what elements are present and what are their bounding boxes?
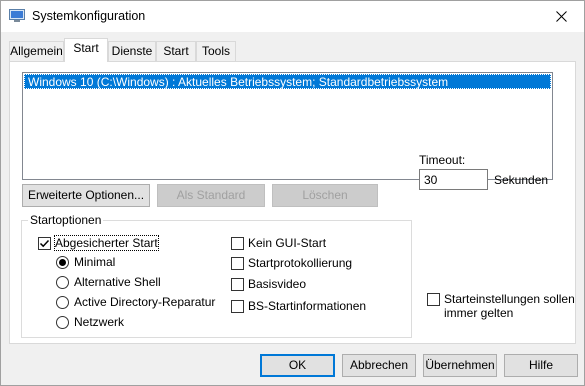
persist-settings-label-line1: Starteinstellungen sollen	[444, 292, 575, 306]
checkmark-icon	[39, 239, 50, 247]
set-default-button[interactable]: Als Standard	[157, 184, 265, 207]
radio-minimal[interactable]: Minimal	[56, 255, 115, 269]
os-boot-info-checkbox-box[interactable]	[231, 299, 244, 313]
system-configuration-window: Systemkonfiguration Allgemein Start Dien…	[0, 0, 585, 386]
radio-minimal-circle[interactable]	[56, 255, 69, 269]
radio-selected-dot	[59, 258, 66, 266]
radio-alternative-shell-label: Alternative Shell	[74, 275, 161, 289]
tab-dienste[interactable]: Dienste	[108, 41, 156, 61]
os-boot-info-label: BS-Startinformationen	[248, 299, 367, 313]
ok-button[interactable]: OK	[260, 354, 335, 377]
close-icon	[555, 11, 567, 22]
radio-network[interactable]: Netzwerk	[56, 315, 124, 329]
close-button[interactable]	[538, 1, 584, 32]
boot-entries-list[interactable]: Windows 10 (C:\Windows) : Aktuelles Betr…	[22, 72, 553, 180]
boot-log-checkbox[interactable]: Startprotokollierung	[231, 256, 352, 270]
tab-start-startup[interactable]: Start	[156, 41, 196, 61]
radio-alternative-shell-circle[interactable]	[56, 275, 69, 289]
boot-options-title: Startoptionen	[28, 213, 104, 227]
msconfig-app-icon	[9, 9, 25, 22]
base-video-checkbox[interactable]: Basisvideo	[231, 277, 306, 291]
radio-network-circle[interactable]	[56, 315, 69, 329]
timeout-input[interactable]	[419, 169, 488, 190]
radio-active-directory-repair[interactable]: Active Directory-Reparatur	[56, 295, 215, 309]
tab-strip: Allgemein Start Dienste Start Tools	[1, 32, 584, 62]
timeout-unit-label: Sekunden	[494, 173, 549, 187]
radio-active-directory-repair-circle[interactable]	[56, 295, 69, 309]
base-video-label: Basisvideo	[248, 277, 307, 291]
safe-boot-checkbox-box[interactable]	[38, 236, 51, 250]
timeout-label: Timeout:	[419, 153, 466, 167]
radio-minimal-label: Minimal	[74, 255, 116, 269]
persist-settings-checkbox-box[interactable]	[427, 293, 440, 306]
window-title: Systemkonfiguration	[32, 9, 146, 23]
apply-button[interactable]: Übernehmen	[423, 354, 497, 377]
radio-alternative-shell[interactable]: Alternative Shell	[56, 275, 161, 289]
no-gui-boot-checkbox-box[interactable]	[231, 236, 244, 250]
os-boot-info-checkbox[interactable]: BS-Startinformationen	[231, 299, 366, 313]
tab-allgemein[interactable]: Allgemein	[9, 41, 64, 61]
boot-options-group: Startoptionen Abgesicherter Start Minima…	[21, 213, 412, 338]
boot-log-label: Startprotokollierung	[248, 256, 353, 270]
tab-tools[interactable]: Tools	[196, 41, 236, 61]
persist-settings-label-line2: immer gelten	[444, 306, 514, 320]
persist-settings-checkbox[interactable]: Starteinstellungen sollen immer gelten	[427, 292, 575, 320]
radio-active-directory-repair-label: Active Directory-Reparatur	[74, 295, 216, 309]
radio-network-label: Netzwerk	[74, 315, 125, 329]
title-bar: Systemkonfiguration	[1, 1, 584, 32]
advanced-options-button[interactable]: Erweiterte Optionen...	[22, 184, 150, 207]
no-gui-boot-checkbox[interactable]: Kein GUI-Start	[231, 236, 326, 250]
boot-log-checkbox-box[interactable]	[231, 256, 244, 270]
base-video-checkbox-box[interactable]	[231, 277, 244, 291]
cancel-button[interactable]: Abbrechen	[342, 354, 416, 377]
safe-boot-label: Abgesicherter Start	[54, 235, 159, 251]
safe-boot-checkbox[interactable]: Abgesicherter Start	[38, 235, 159, 251]
no-gui-boot-label: Kein GUI-Start	[248, 236, 327, 250]
persist-settings-label: Starteinstellungen sollen immer gelten	[444, 292, 575, 320]
help-button[interactable]: Hilfe	[504, 354, 578, 377]
delete-button[interactable]: Löschen	[272, 184, 378, 207]
tab-start-boot[interactable]: Start	[64, 38, 108, 62]
boot-entry-windows-10[interactable]: Windows 10 (C:\Windows) : Aktuelles Betr…	[24, 74, 551, 89]
